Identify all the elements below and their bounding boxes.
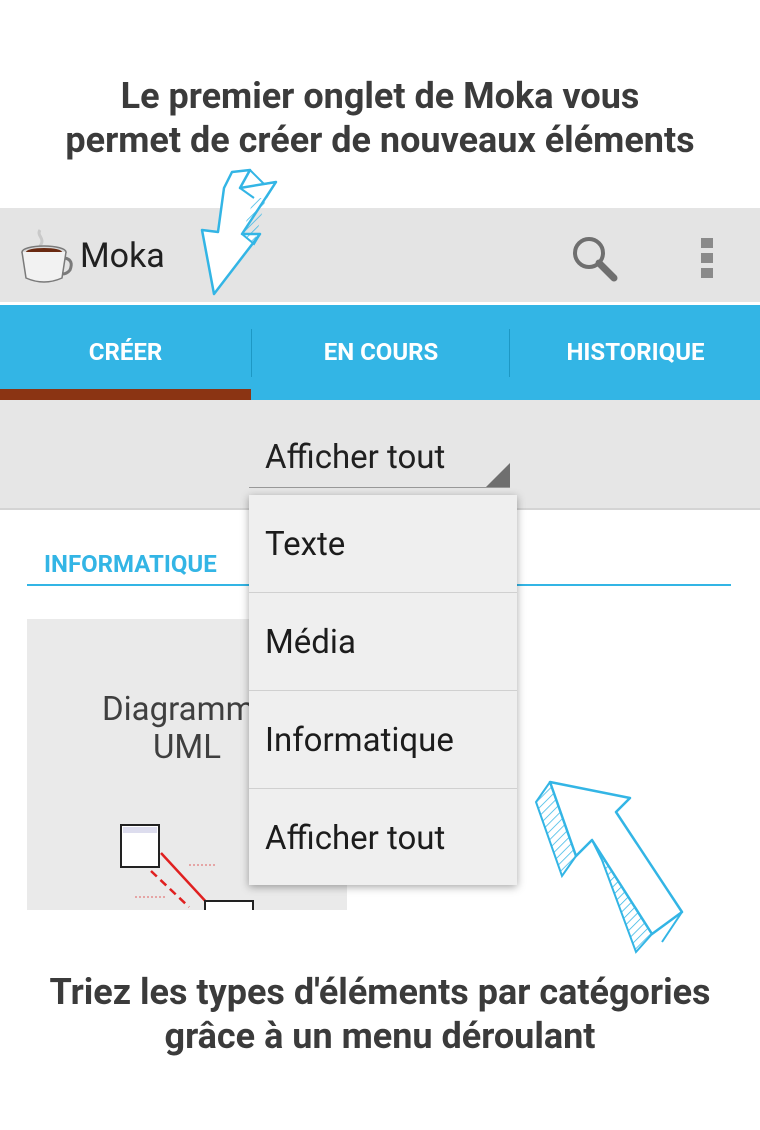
dropdown-item-afficher-tout[interactable]: Afficher tout bbox=[249, 789, 517, 887]
bottom-caption: Triez les types d'éléments par catégorie… bbox=[0, 970, 760, 1058]
selected-tab-indicator bbox=[0, 389, 251, 400]
action-bar: Moka bbox=[0, 208, 760, 302]
overflow-dot bbox=[701, 238, 713, 248]
tab-separator bbox=[509, 329, 510, 377]
tab-bar: CRÉER EN COURS HISTORIQUE bbox=[0, 305, 760, 400]
category-spinner[interactable]: Afficher tout bbox=[249, 434, 510, 488]
annotation-arrow-down-icon bbox=[200, 168, 278, 296]
annotation-arrow-up-icon bbox=[534, 780, 684, 954]
overflow-dot bbox=[701, 253, 713, 263]
dropdown-item-label: Média bbox=[265, 623, 356, 662]
top-caption-line-1: Le premier onglet de Moka vous bbox=[120, 75, 640, 117]
bottom-caption-line-1: Triez les types d'éléments par catégorie… bbox=[49, 971, 711, 1013]
dropdown-item-label: Informatique bbox=[265, 721, 454, 760]
spinner-selected-value: Afficher tout bbox=[265, 438, 446, 477]
bottom-caption-line-2: grâce à un menu déroulant bbox=[164, 1015, 596, 1057]
tab-historique[interactable]: HISTORIQUE bbox=[511, 305, 760, 400]
dropdown-item-texte[interactable]: Texte bbox=[249, 495, 517, 593]
dropdown-item-label: Texte bbox=[265, 525, 346, 564]
section-label: INFORMATIQUE bbox=[44, 550, 217, 578]
dropdown-item-media[interactable]: Média bbox=[249, 593, 517, 691]
overflow-menu-icon[interactable] bbox=[692, 234, 722, 282]
tab-en-cours[interactable]: EN COURS bbox=[253, 305, 509, 400]
overflow-dot bbox=[701, 268, 713, 278]
search-icon[interactable] bbox=[568, 232, 622, 286]
tab-separator bbox=[251, 329, 252, 377]
coffee-cup-icon[interactable] bbox=[18, 226, 74, 286]
spinner-arrow-icon bbox=[486, 463, 510, 487]
app-title: Moka bbox=[80, 236, 165, 276]
dropdown-item-informatique[interactable]: Informatique bbox=[249, 691, 517, 789]
dropdown-item-label: Afficher tout bbox=[265, 819, 446, 858]
top-caption: Le premier onglet de Moka vous permet de… bbox=[0, 74, 760, 162]
tab-creer[interactable]: CRÉER bbox=[0, 305, 251, 400]
filter-bar: Afficher tout bbox=[0, 400, 760, 510]
uml-thumbnail-icon bbox=[113, 819, 263, 910]
category-dropdown-menu: Texte Média Informatique Afficher tout bbox=[249, 495, 517, 885]
top-caption-line-2: permet de créer de nouveaux éléments bbox=[65, 119, 695, 161]
